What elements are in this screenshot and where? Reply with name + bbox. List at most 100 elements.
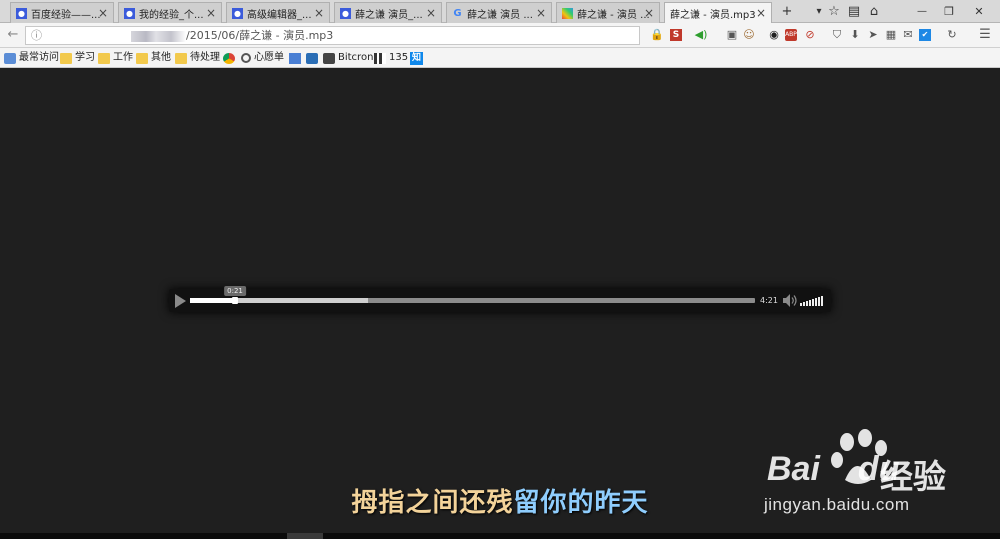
translate-icon <box>289 52 301 64</box>
close-icon[interactable]: × <box>98 6 108 20</box>
tampermonkey-icon[interactable]: ◉ <box>767 27 781 43</box>
tab-search-baidu[interactable]: ● 薛之谦 演员_... × <box>334 2 442 23</box>
close-icon[interactable]: × <box>756 6 766 20</box>
adblock-icon[interactable]: ABP <box>785 29 797 41</box>
download-icon[interactable]: ⬇ <box>848 27 862 43</box>
close-icon[interactable]: × <box>644 6 654 20</box>
watermark-logo-text: Bai <box>767 450 820 488</box>
bookmark-sync-icon[interactable]: ✔ <box>919 29 931 41</box>
bookmark-label: Bitcron <box>338 52 374 63</box>
bookmarks-bar: 最常访问 学习 工作 其他 待处理 心愿单 Bitcron 135 知 <box>0 48 1000 68</box>
monkey-icon[interactable]: ☺ <box>742 27 756 43</box>
tab-music-page[interactable]: 薛之谦 - 演员 ... × <box>556 2 660 23</box>
volume-bar <box>803 302 805 306</box>
menu-icon[interactable]: ☰ <box>978 27 992 43</box>
bookmark-folder-pending[interactable]: 待处理 <box>175 50 220 66</box>
tab-label: 百度经验——... <box>31 9 101 21</box>
close-window-button[interactable]: ✕ <box>970 3 988 21</box>
folder-icon <box>98 52 110 64</box>
close-icon[interactable]: × <box>314 6 324 20</box>
bookmark-wishlist[interactable]: 心愿单 <box>241 50 284 66</box>
tab-my-jingyan[interactable]: ● 我的经验_个... × <box>118 2 222 23</box>
pocket-icon[interactable]: ⛉ <box>830 27 844 43</box>
volume-bar <box>809 300 811 306</box>
135-icon <box>374 52 386 64</box>
bookmark-label: 135 <box>389 52 409 63</box>
bookmark-label: 其他 <box>151 52 171 63</box>
qr-code-icon[interactable]: ▦ <box>884 27 898 43</box>
tab-label: 薛之谦 演员 ... <box>467 9 533 21</box>
bookmark-chrome[interactable] <box>223 50 238 66</box>
bookmark-folder-other[interactable]: 其他 <box>136 50 171 66</box>
stylish-icon[interactable]: S <box>670 29 682 41</box>
audio-icon[interactable]: ◀) <box>694 27 708 43</box>
bookmark-folder-work[interactable]: 工作 <box>98 50 133 66</box>
tab-mp3-active[interactable]: 薛之谦 - 演员.mp3 × <box>664 2 772 24</box>
blurred-url-host <box>46 30 186 42</box>
new-tab-button[interactable]: + <box>778 3 796 21</box>
speaker-icon[interactable] <box>782 293 798 308</box>
progress-track[interactable]: 0:21 <box>190 286 755 304</box>
taskbar <box>0 533 1000 539</box>
volume-bar <box>806 301 808 306</box>
bookmark-label: 心愿单 <box>254 52 284 63</box>
volume-bar <box>800 303 802 306</box>
volume-bar <box>812 299 814 306</box>
tab-label: 薛之谦 - 演员 ... <box>577 9 650 21</box>
audio-player: 0:21 4:21 <box>169 286 831 312</box>
lock-icon[interactable]: 🔒 <box>650 27 664 43</box>
stop-icon[interactable]: ⊘ <box>803 27 817 43</box>
minimize-button[interactable]: — <box>913 3 931 21</box>
screenshot-icon[interactable]: ▣ <box>725 27 739 43</box>
tab-search-google[interactable]: G 薛之谦 演员 ... × <box>446 2 552 23</box>
played-bar <box>190 298 235 303</box>
bookmark-label: 工作 <box>113 52 133 63</box>
close-icon[interactable]: × <box>426 6 436 20</box>
bookmark-zhihu[interactable]: 知 <box>410 50 424 66</box>
duration-label: 4:21 <box>760 296 778 305</box>
mail-icon[interactable]: ✉ <box>901 27 915 43</box>
lyric-text: 拇指之间还残 <box>351 488 514 518</box>
play-icon[interactable] <box>175 294 186 308</box>
volume-bar <box>821 296 823 306</box>
colorful-grid-icon <box>562 7 573 19</box>
chrome-icon <box>223 52 235 64</box>
home-icon[interactable]: ⌂ <box>865 3 883 21</box>
refresh-icon[interactable]: ↻ <box>945 27 959 43</box>
progress-thumb[interactable] <box>232 297 238 304</box>
volume-bar <box>815 298 817 306</box>
info-icon[interactable]: ⓘ <box>31 27 42 44</box>
reading-list-icon[interactable]: ▤ <box>845 3 863 21</box>
bookmark-bitcron[interactable]: Bitcron <box>323 50 373 66</box>
bookmark-translate[interactable] <box>289 50 304 66</box>
bookmark-label: 学习 <box>75 52 95 63</box>
baidu-paw-icon: ● <box>16 7 27 19</box>
taskbar-button[interactable] <box>287 533 323 539</box>
baidu-paw-icon: ● <box>124 7 135 19</box>
volume-bar <box>818 297 820 306</box>
watermark-url: jingyan.baidu.com <box>764 495 910 514</box>
folder-icon <box>175 52 187 64</box>
bookmark-most-visited[interactable]: 最常访问 <box>4 50 59 66</box>
google-g-icon: G <box>453 7 462 19</box>
url-bar[interactable]: ⓘ /2015/06/薛之谦 - 演员.mp3 <box>25 26 640 45</box>
bookmark-135[interactable]: 135 <box>374 50 408 66</box>
baidu-jingyan-watermark: Bai du 经验 jingyan.baidu.com <box>757 428 957 520</box>
volume-slider[interactable] <box>800 295 826 306</box>
tab-label: 我的经验_个... <box>139 9 204 21</box>
tab-label: 薛之谦 演员_... <box>355 9 423 21</box>
globe-icon <box>4 52 16 64</box>
tab-baidu-jingyan[interactable]: ● 百度经验——... × <box>10 2 114 23</box>
back-arrow-icon[interactable]: ← <box>6 27 20 43</box>
send-icon[interactable]: ➤ <box>866 27 880 43</box>
star-icon[interactable]: ☆ <box>825 3 843 21</box>
baidu-paw-icon: ● <box>340 7 351 19</box>
close-icon[interactable]: × <box>536 6 546 20</box>
tab-advanced-editor[interactable]: ● 高级编辑器_... × <box>226 2 330 23</box>
bookmark-shield[interactable] <box>306 50 321 66</box>
restore-button[interactable]: ❐ <box>940 3 958 21</box>
tab-label: 薛之谦 - 演员.mp3 <box>670 10 756 21</box>
close-icon[interactable]: × <box>206 6 216 20</box>
bookmark-folder-study[interactable]: 学习 <box>60 50 95 66</box>
bitcron-icon <box>323 52 335 64</box>
